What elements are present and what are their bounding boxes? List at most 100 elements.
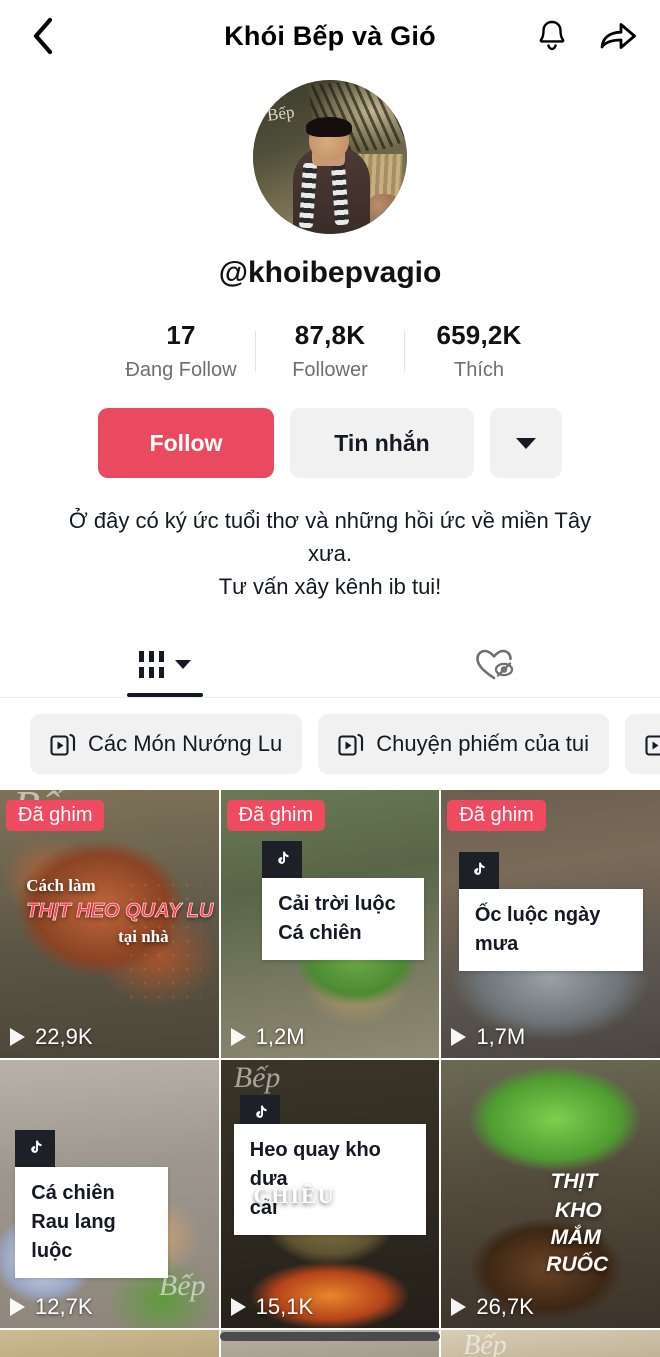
playlist-chips[interactable]: Các Món Nướng Lu Chuyện phiếm của tui B bbox=[0, 698, 660, 790]
header-actions bbox=[532, 16, 638, 56]
pinned-badge-1: Đã ghim bbox=[6, 800, 105, 831]
view-count-2: 1,2M bbox=[230, 1024, 305, 1050]
tab-videos[interactable] bbox=[0, 631, 330, 697]
bio-line-1: Ở đây có ký ức tuổi thơ và những hồi ức … bbox=[68, 508, 592, 533]
stat-followers-label: Follower bbox=[292, 359, 368, 381]
thumbnail-image-7 bbox=[0, 1330, 219, 1357]
stat-following-label: Đang Follow bbox=[125, 359, 237, 381]
home-indicator bbox=[220, 1332, 440, 1341]
video-thumbnail-4[interactable]: Bếp Cá chiên Rau lang luộc 12,7K bbox=[0, 1060, 219, 1328]
view-count-4: 12,7K bbox=[10, 1294, 93, 1320]
play-icon bbox=[10, 1028, 25, 1046]
overlay-text-sub-1: tại nhà bbox=[118, 926, 169, 946]
view-count-value-3: 1,7M bbox=[476, 1024, 526, 1049]
username: @khoibepvagio bbox=[218, 256, 442, 289]
view-count-6: 26,7K bbox=[451, 1294, 534, 1320]
view-count-3: 1,7M bbox=[451, 1024, 525, 1050]
view-count-value-4: 12,7K bbox=[35, 1294, 93, 1319]
caption-line-1-3: Ốc luộc ngày mưa bbox=[474, 904, 601, 956]
stat-following-value: 17 bbox=[166, 320, 196, 350]
playlist-chip-1[interactable]: Các Món Nướng Lu bbox=[30, 714, 303, 774]
avatar-person-hair bbox=[306, 116, 353, 137]
play-icon bbox=[451, 1028, 467, 1046]
chevron-down-icon bbox=[174, 660, 191, 669]
notifications-button[interactable] bbox=[532, 16, 572, 56]
caption-line-2-4: Rau lang luộc bbox=[31, 1211, 116, 1263]
stat-likes-label: Thích bbox=[453, 359, 505, 381]
caption-card-4: Cá chiên Rau lang luộc bbox=[15, 1167, 169, 1279]
play-icon bbox=[230, 1298, 246, 1316]
pinned-badge-3: Đã ghim bbox=[447, 800, 546, 831]
avatar-watermark: Bếp bbox=[265, 101, 296, 125]
stat-likes-value: 659,2K bbox=[436, 320, 522, 350]
playlist-chip-1-label: Các Món Nướng Lu bbox=[88, 731, 283, 756]
overlay-text-main-5: CHIỀU bbox=[253, 1183, 336, 1209]
view-count-value-2: 1,2M bbox=[255, 1024, 305, 1049]
bell-icon bbox=[539, 20, 565, 51]
chevron-left-icon bbox=[33, 17, 53, 55]
view-count-value-5: 15,1K bbox=[255, 1294, 314, 1319]
share-arrow-icon bbox=[600, 23, 636, 49]
playlist-chip-3[interactable]: B bbox=[625, 714, 660, 774]
overlay-text-main-6: THỊT bbox=[550, 1169, 598, 1193]
video-thumbnail-1[interactable]: Bếp Đã ghim Cách làm THỊT HEO QUAY LU tạ… bbox=[0, 790, 219, 1058]
avatar[interactable]: Bếp bbox=[253, 80, 407, 234]
avatar-container: Bếp bbox=[0, 80, 660, 234]
active-tab-indicator bbox=[127, 693, 203, 697]
overlay-text-small-1: Cách làm bbox=[26, 875, 96, 895]
tab-liked[interactable] bbox=[330, 631, 660, 697]
stat-following[interactable]: 17 Đang Follow bbox=[107, 320, 255, 382]
view-count-value-6: 26,7K bbox=[476, 1294, 534, 1319]
playlist-chip-2[interactable]: Chuyện phiếm của tui bbox=[318, 714, 610, 774]
play-icon bbox=[451, 1298, 467, 1316]
tiktok-logo-icon bbox=[458, 851, 499, 890]
bio-line-3: Tư vấn xây kênh ib tui! bbox=[218, 574, 442, 599]
grid-icon bbox=[138, 650, 164, 678]
message-button[interactable]: Tin nhắn bbox=[290, 408, 474, 478]
caption-line-1-4: Cá chiên bbox=[31, 1182, 115, 1205]
stat-likes[interactable]: 659,2K Thích bbox=[405, 320, 553, 382]
video-thumbnail-9[interactable]: Bếp bbox=[441, 1330, 660, 1357]
video-thumbnail-5[interactable]: Bếp Heo quay kho dưa cải CHIỀU 15,1K bbox=[220, 1060, 440, 1328]
action-buttons: Follow Tin nhắn bbox=[0, 408, 660, 478]
pinned-badge-2: Đã ghim bbox=[226, 800, 326, 831]
bio-line-2: xưa. bbox=[307, 541, 353, 566]
bio-text: Ở đây có ký ức tuổi thơ và những hồi ức … bbox=[50, 504, 610, 603]
tiktok-profile-screen: Khói Bếp và Gió Bếp @khoibepvagio 17 Đan… bbox=[0, 0, 660, 1357]
thumbnail-image-9 bbox=[441, 1330, 660, 1357]
more-options-button[interactable] bbox=[490, 408, 562, 478]
video-thumbnail-3[interactable]: Đã ghim Ốc luộc ngày mưa 1,7M bbox=[441, 790, 660, 1058]
stat-followers-value: 87,8K bbox=[294, 320, 366, 350]
view-count-value-1: 22,9K bbox=[35, 1024, 93, 1049]
playlist-icon bbox=[645, 735, 660, 756]
overlay-text-line3-6: MẮM bbox=[550, 1226, 601, 1250]
video-grid: Bếp Đã ghim Cách làm THỊT HEO QUAY LU tạ… bbox=[0, 790, 660, 1357]
overlay-text-line2-6: KHO bbox=[555, 1199, 602, 1223]
video-thumbnail-6[interactable]: THỊT KHO MẮM RUỐC 26,7K bbox=[441, 1060, 660, 1328]
caption-card-3: Ốc luộc ngày mưa bbox=[458, 889, 643, 972]
video-thumbnail-7[interactable] bbox=[0, 1330, 219, 1357]
video-thumbnail-2[interactable]: Đã ghim Cải trời luộc Cá chiên 1,2M bbox=[220, 790, 440, 1058]
tiktok-logo-icon bbox=[262, 840, 303, 879]
share-button[interactable] bbox=[598, 16, 638, 56]
profile-tabs bbox=[0, 631, 660, 697]
stats-row: 17 Đang Follow 87,8K Follower 659,2K Thí… bbox=[0, 320, 660, 382]
caption-card-2: Cải trời luộc Cá chiên bbox=[262, 878, 425, 961]
caption-line-1-2: Cải trời luộc bbox=[278, 893, 396, 916]
overlay-text-main-1: THỊT HEO QUAY LU bbox=[26, 899, 214, 923]
chevron-down-icon bbox=[516, 438, 536, 449]
playlist-icon bbox=[338, 733, 364, 756]
follow-button[interactable]: Follow bbox=[98, 408, 274, 478]
play-icon bbox=[10, 1298, 25, 1316]
overlay-text-line4-6: RUỐC bbox=[546, 1252, 609, 1276]
heart-hidden-icon bbox=[476, 649, 514, 680]
header-bar: Khói Bếp và Gió bbox=[0, 0, 660, 72]
caption-card-5: Heo quay kho dưa cải bbox=[233, 1124, 427, 1236]
caption-line-2-2: Cá chiên bbox=[278, 922, 362, 945]
playlist-icon bbox=[50, 733, 76, 756]
tiktok-logo-icon bbox=[15, 1129, 56, 1168]
playlist-chip-2-label: Chuyện phiếm của tui bbox=[376, 731, 590, 756]
stat-followers[interactable]: 87,8K Follower bbox=[256, 320, 404, 382]
view-count-5: 15,1K bbox=[230, 1294, 314, 1320]
back-button[interactable] bbox=[22, 15, 64, 57]
